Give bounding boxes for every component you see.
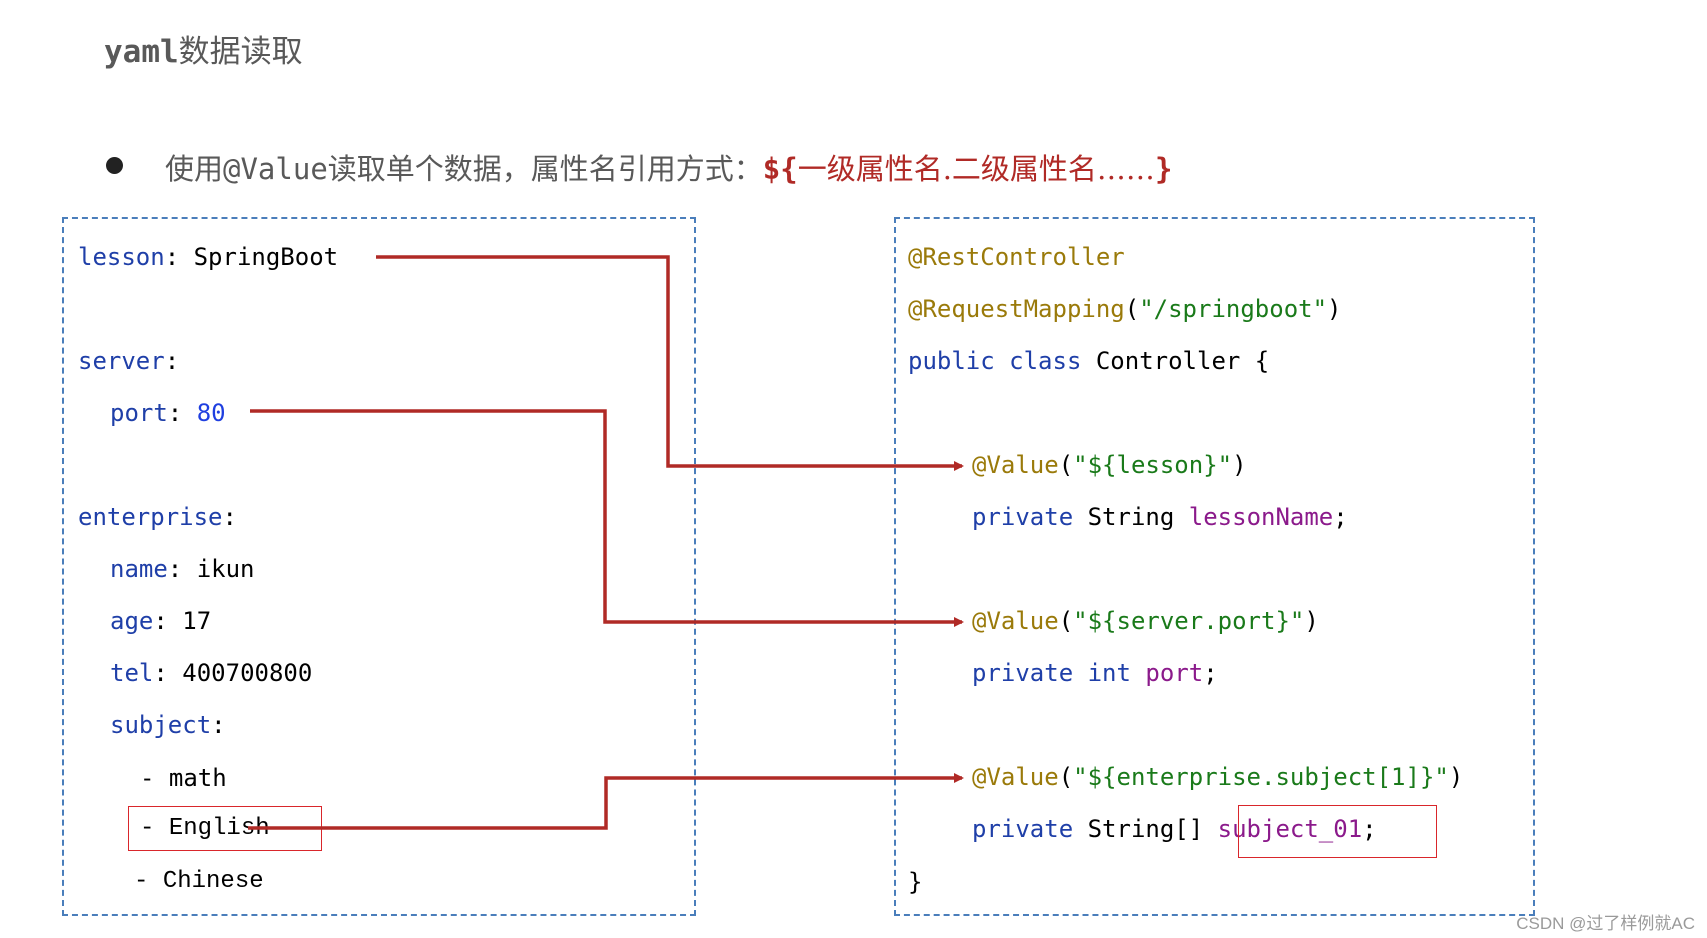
watermark: CSDN @过了样例就AC — [1516, 914, 1695, 933]
connector-server-port — [250, 409, 964, 627]
connector-layer — [248, 255, 964, 830]
connector-subject — [248, 773, 964, 830]
connector-lesson — [376, 255, 964, 471]
